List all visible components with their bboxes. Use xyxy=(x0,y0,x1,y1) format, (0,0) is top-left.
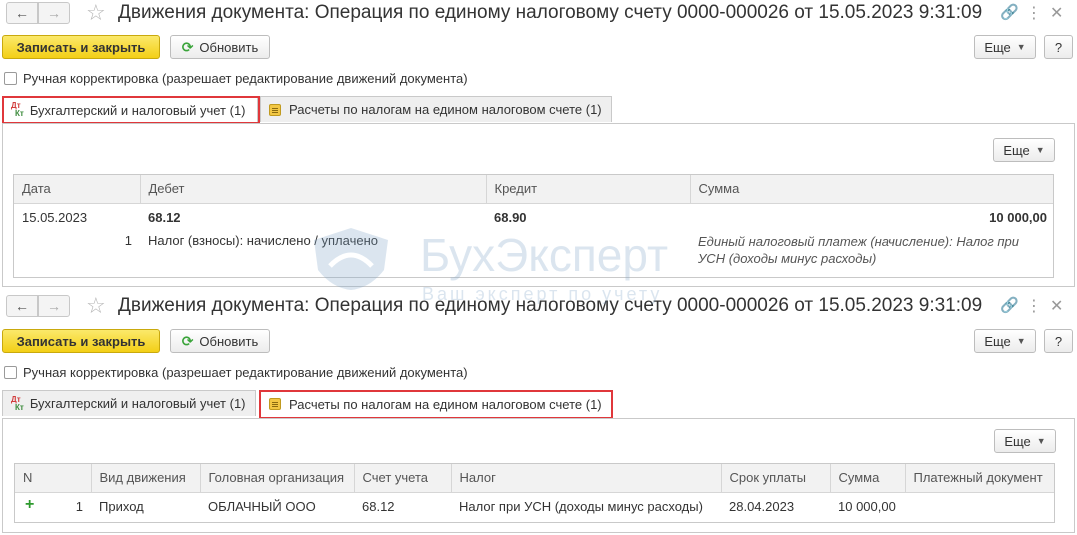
cell-sum: 10 000,00 xyxy=(838,498,896,514)
arrow-right-icon: → xyxy=(47,298,61,314)
cell-organization: ОБЛАЧНЫЙ ООО xyxy=(208,498,316,514)
cell-credit: 68.90 xyxy=(494,209,527,225)
caret-down-icon: ▼ xyxy=(1016,42,1026,52)
table-more-button[interactable]: Еще ▼ xyxy=(994,429,1056,453)
table-row[interactable]: + 1 Приход ОБЛАЧНЫЙ ООО 68.12 Налог при … xyxy=(15,492,1054,522)
tax-settlements-table: N Вид движения Головная организация Счет… xyxy=(14,463,1055,523)
refresh-button[interactable]: ⟳ Обновить xyxy=(170,35,270,59)
refresh-icon: ⟳ xyxy=(181,38,194,55)
cell-n-value: 1 xyxy=(75,498,83,514)
more-button[interactable]: Еще ▼ xyxy=(974,329,1036,353)
more-vertical-icon[interactable]: ⋮ xyxy=(1026,296,1042,316)
arrow-right-icon: → xyxy=(47,5,61,21)
refresh-button[interactable]: ⟳ Обновить xyxy=(170,329,270,353)
more-button[interactable]: Еще ▼ xyxy=(974,35,1036,59)
highlight-frame xyxy=(259,390,613,419)
panel-tax-settlements: ← → ☆ Движения документа: Операция по ед… xyxy=(0,293,1077,535)
content-line-2: УСН (доходы минус расходы) xyxy=(698,251,877,266)
col-sum[interactable]: Сумма xyxy=(690,175,1053,204)
manual-correction-checkbox[interactable] xyxy=(4,366,17,379)
back-button[interactable]: ← xyxy=(6,295,38,317)
close-icon[interactable]: ✕ xyxy=(1050,3,1063,23)
cell-content: Единый налоговый платеж (начисление): На… xyxy=(690,229,1053,269)
col-payment-doc[interactable]: Платежный документ xyxy=(905,464,1054,493)
manual-correction-label: Ручная корректировка (разрешает редактир… xyxy=(23,365,468,380)
tab-content-tax-settlements: Еще ▼ N Вид движения Головная организация… xyxy=(2,418,1075,533)
tab-accounting-label: Бухгалтерский и налоговый учет (1) xyxy=(29,396,246,411)
cell-sum: 10 000,00 xyxy=(989,209,1047,225)
forward-button[interactable]: → xyxy=(38,295,70,317)
cell-line-no: 1 xyxy=(124,233,132,248)
col-date[interactable]: Дата xyxy=(14,175,141,204)
caret-down-icon: ▼ xyxy=(1036,436,1046,446)
save-close-button[interactable]: Записать и закрыть xyxy=(2,329,160,353)
table-more-button[interactable]: Еще ▼ xyxy=(993,138,1055,162)
manual-correction[interactable]: Ручная корректировка (разрешает редактир… xyxy=(4,365,468,380)
panel-accounting: ← → ☆ Движения документа: Операция по ед… xyxy=(0,0,1077,288)
table-more-label: Еще xyxy=(1003,142,1030,158)
col-account[interactable]: Счет учета xyxy=(354,464,452,493)
save-close-button[interactable]: Записать и закрыть xyxy=(2,35,160,59)
favorite-star-icon[interactable]: ☆ xyxy=(86,293,106,319)
cell-account: 68.12 xyxy=(362,498,395,514)
col-tax[interactable]: Налог xyxy=(451,464,722,493)
arrow-left-icon: ← xyxy=(15,5,29,21)
tab-tax-settlements[interactable]: Расчеты по налогам на едином налоговом с… xyxy=(260,96,612,122)
content-line-1: Единый налоговый платеж (начисление): На… xyxy=(698,234,1020,249)
forward-button[interactable]: → xyxy=(38,2,70,24)
help-button[interactable]: ? xyxy=(1044,329,1073,353)
more-vertical-icon[interactable]: ⋮ xyxy=(1026,3,1042,23)
cell-date: 15.05.2023 xyxy=(22,209,88,225)
manual-correction[interactable]: Ручная корректировка (разрешает редактир… xyxy=(4,71,468,86)
refresh-label: Обновить xyxy=(199,39,259,55)
col-movement[interactable]: Вид движения xyxy=(91,464,201,493)
table-more-label: Еще xyxy=(1004,433,1031,449)
col-credit[interactable]: Кредит xyxy=(486,175,691,204)
tab-accounting[interactable]: Дт Кт Бухгалтерский и налоговый учет (1) xyxy=(2,390,256,416)
tab-content-accounting: Еще ▼ Дата Дебет Кредит Сумма 15.05.2023 … xyxy=(2,123,1075,287)
link-icon[interactable]: 🔗 xyxy=(1000,296,1019,314)
link-icon[interactable]: 🔗 xyxy=(1000,3,1019,21)
title-bar: ← → ☆ Движения документа: Операция по ед… xyxy=(0,0,1077,28)
table-row-details[interactable]: 1 Налог (взносы): начислено / уплачено Е… xyxy=(14,229,1053,269)
window-title: Движения документа: Операция по единому … xyxy=(118,2,983,23)
accounting-table: Дата Дебет Кредит Сумма 15.05.2023 68.12… xyxy=(13,174,1054,278)
more-label: Еще xyxy=(984,39,1011,55)
cell-payment-doc xyxy=(905,492,1054,522)
table-row[interactable]: 15.05.2023 68.12 68.90 10 000,00 xyxy=(14,203,1053,229)
tab-tax-settlements-label: Расчеты по налогам на едином налоговом с… xyxy=(289,102,602,117)
cell-debit-sub: Налог (взносы): начислено / уплачено xyxy=(148,233,378,248)
cell-n: + 1 xyxy=(15,492,91,522)
refresh-icon: ⟳ xyxy=(181,332,194,349)
tax-table-header: N Вид движения Головная организация Счет… xyxy=(15,464,1054,493)
back-button[interactable]: ← xyxy=(6,2,38,24)
manual-correction-label: Ручная корректировка (разрешает редактир… xyxy=(23,71,468,86)
help-button[interactable]: ? xyxy=(1044,35,1073,59)
close-icon[interactable]: ✕ xyxy=(1050,296,1063,316)
cell-tax: Налог при УСН (доходы минус расходы) xyxy=(459,498,703,514)
window-title: Движения документа: Операция по единому … xyxy=(118,295,983,316)
dt-kt-icon: Дт Кт xyxy=(11,394,24,412)
col-debit[interactable]: Дебет xyxy=(140,175,487,204)
col-due-date[interactable]: Срок уплаты xyxy=(721,464,831,493)
more-label: Еще xyxy=(984,333,1011,349)
ledger-icon xyxy=(269,103,281,116)
caret-down-icon: ▼ xyxy=(1016,336,1026,346)
arrow-left-icon: ← xyxy=(15,298,29,314)
col-sum[interactable]: Сумма xyxy=(830,464,906,493)
favorite-star-icon[interactable]: ☆ xyxy=(86,0,106,26)
cell-due-date: 28.04.2023 xyxy=(729,498,795,514)
refresh-label: Обновить xyxy=(199,333,259,349)
plus-icon: + xyxy=(25,495,35,513)
cell-movement: Приход xyxy=(99,498,144,514)
title-bar: ← → ☆ Движения документа: Операция по ед… xyxy=(0,293,1077,321)
accounting-table-header: Дата Дебет Кредит Сумма xyxy=(14,175,1053,204)
col-n[interactable]: N xyxy=(15,464,92,493)
cell-debit: 68.12 xyxy=(148,209,181,225)
highlight-frame xyxy=(2,96,260,124)
col-organization[interactable]: Головная организация xyxy=(200,464,355,493)
caret-down-icon: ▼ xyxy=(1035,145,1045,155)
manual-correction-checkbox[interactable] xyxy=(4,72,17,85)
